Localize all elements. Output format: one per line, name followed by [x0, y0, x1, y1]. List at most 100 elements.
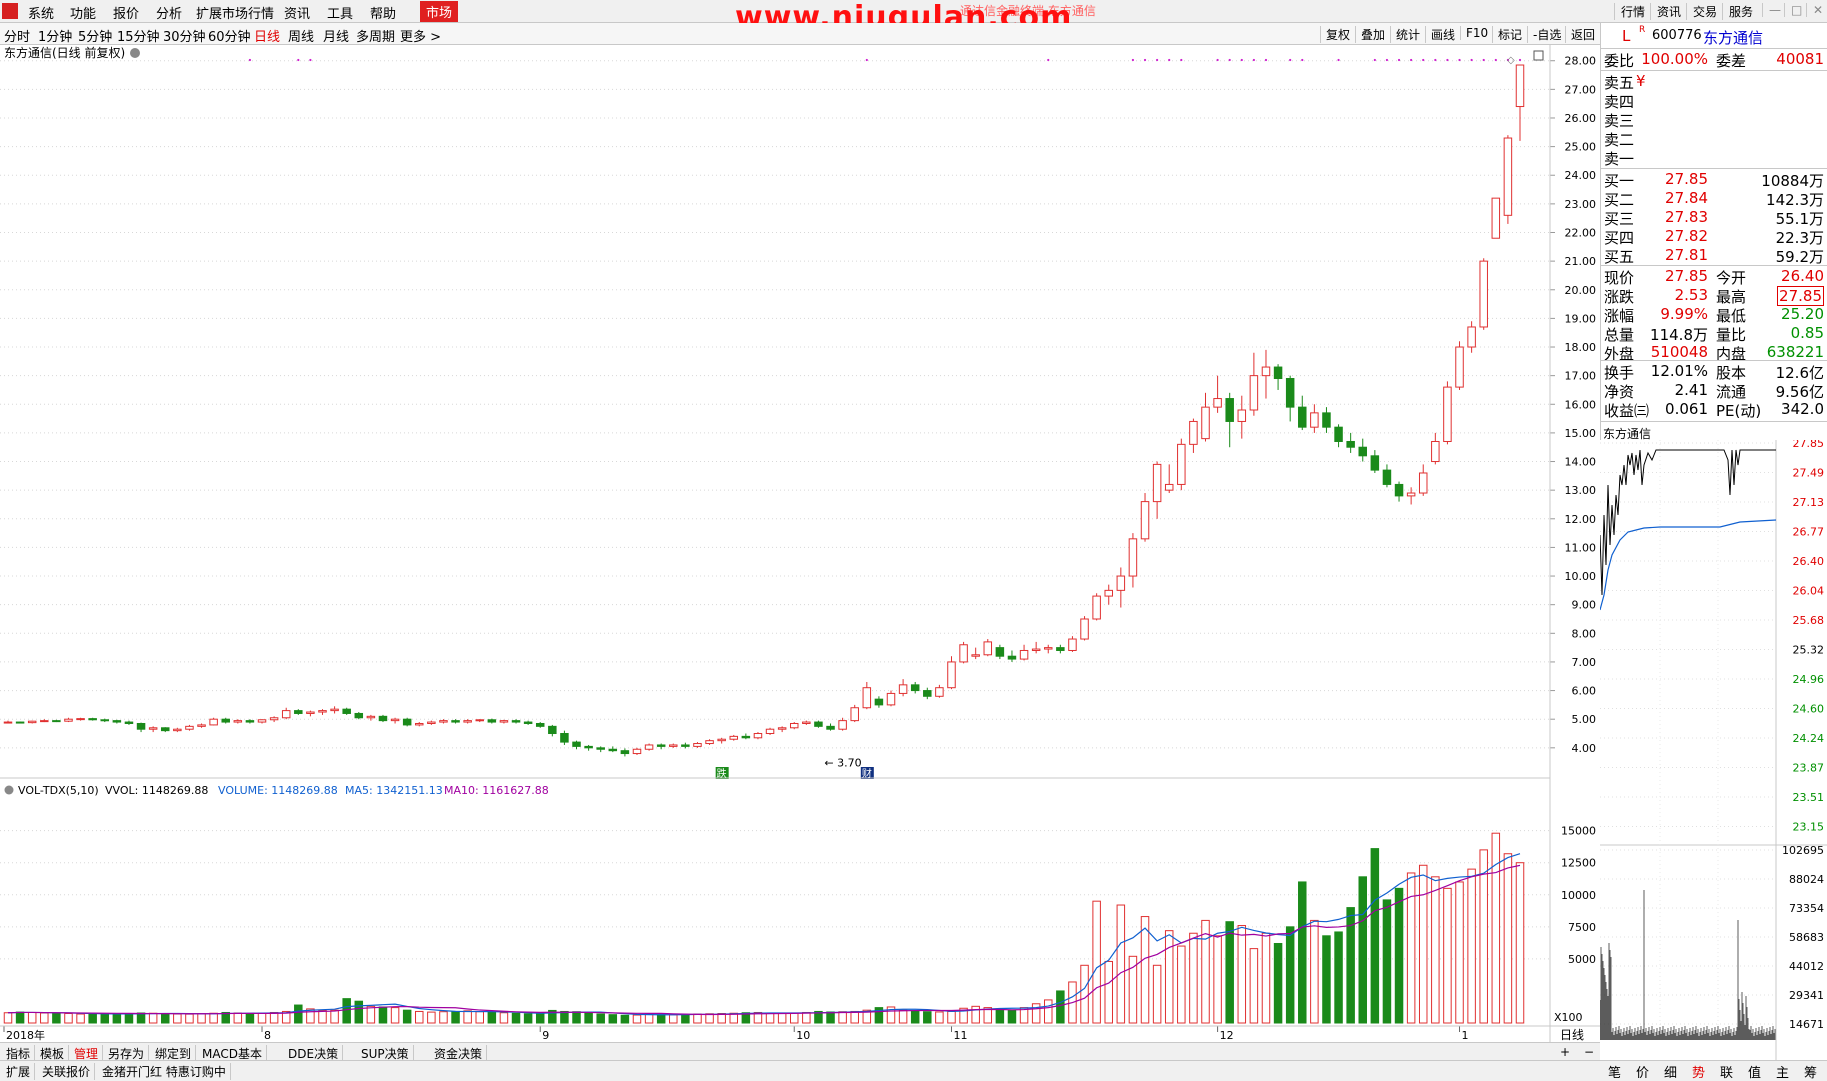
volume-bar: [185, 1013, 194, 1024]
button-adjust[interactable]: 复权: [1320, 26, 1355, 43]
volume-bar: [124, 1013, 134, 1024]
right-tab[interactable]: 主: [1776, 1062, 1789, 1081]
buy-row-4[interactable]: 买四 27.82 22.3万: [1602, 227, 1826, 247]
button-overlay[interactable]: 叠加: [1355, 26, 1390, 43]
period-tab-timeshare[interactable]: 分时: [4, 26, 30, 45]
fundamental-label: 股本: [1716, 364, 1747, 382]
right-tab[interactable]: 值: [1748, 1062, 1761, 1081]
button-draw[interactable]: 画线: [1425, 26, 1460, 43]
price-tick-label: 10.00: [1565, 570, 1597, 583]
top-button-service[interactable]: 服务: [1722, 3, 1759, 20]
buy-price: 27.82: [1665, 227, 1708, 245]
price-tick-label: 16.00: [1565, 398, 1597, 411]
sell-row-1[interactable]: 卖一: [1602, 148, 1826, 168]
menu-analysis[interactable]: 分析: [156, 3, 182, 22]
period-tab-more[interactable]: 更多 >: [400, 26, 441, 45]
volume-bar: [487, 1011, 497, 1024]
mini-price-tick: 23.51: [1793, 791, 1825, 804]
right-tab[interactable]: 联: [1720, 1062, 1733, 1081]
buy-price: 27.83: [1665, 208, 1708, 226]
period-tab-5min[interactable]: 5分钟: [78, 26, 112, 45]
volume-bar: [52, 1012, 61, 1024]
restore-icon[interactable]: □: [1784, 3, 1808, 17]
menu-market[interactable]: 市场: [420, 1, 459, 22]
menu-news[interactable]: 资讯: [284, 3, 310, 22]
sell-row-2[interactable]: 卖二: [1602, 129, 1826, 149]
period-tab-30min[interactable]: 30分钟: [163, 26, 206, 45]
vol-menu-icon[interactable]: [4, 785, 14, 795]
button-f10[interactable]: F10: [1460, 26, 1493, 40]
button-back[interactable]: 返回: [1565, 26, 1600, 43]
stat-value: 510048: [1650, 343, 1708, 361]
volume-bar: [342, 998, 351, 1024]
menu-quote[interactable]: 报价: [113, 3, 139, 22]
mini-vol-tick: 88024: [1789, 873, 1824, 886]
button-stats[interactable]: 统计: [1390, 26, 1425, 43]
period-tab-15min[interactable]: 15分钟: [117, 26, 160, 45]
kline-chart[interactable]: 4.00 5.00 6.00 7.00 8.00 9.00 10.00 11.00 12.00 1…: [0, 45, 1600, 1042]
period-tab-multi[interactable]: 多周期: [356, 26, 395, 45]
vol-title: VOL-TDX(5,10): [18, 784, 99, 797]
mini-price-tick: 25.68: [1793, 614, 1825, 627]
button-watchlist[interactable]: -自选: [1527, 26, 1566, 43]
period-tab-1min[interactable]: 1分钟: [38, 26, 72, 45]
price-tick-label: 5.00: [1572, 713, 1597, 726]
buy-row-5[interactable]: 买五 27.81 59.2万: [1602, 246, 1826, 266]
volume-bar: [1491, 832, 1501, 1024]
menu-help[interactable]: 帮助: [370, 3, 396, 22]
close-icon[interactable]: ✕: [1806, 3, 1827, 17]
stat-label: 今开: [1716, 269, 1747, 287]
top-button-trade[interactable]: 交易: [1686, 3, 1723, 20]
period-tab-60min[interactable]: 60分钟: [208, 26, 251, 45]
status-tab[interactable]: 金猪开门红 特惠订购中: [98, 1063, 231, 1080]
menu-function[interactable]: 功能: [70, 3, 96, 22]
right-tab[interactable]: 细: [1664, 1062, 1677, 1081]
buy-price: 27.81: [1665, 246, 1708, 264]
menu-system[interactable]: 系统: [28, 3, 54, 22]
volume-bar: [427, 1011, 436, 1024]
candle: [632, 747, 642, 755]
price-tick-label: 4.00: [1572, 742, 1597, 755]
right-tab[interactable]: 笔: [1608, 1062, 1621, 1081]
volume-bar: [40, 1012, 49, 1024]
stat-value: 2.53: [1674, 286, 1708, 304]
zoom-in-icon[interactable]: +: [1556, 1045, 1574, 1059]
status-tab[interactable]: 扩展: [2, 1063, 36, 1080]
stock-name[interactable]: 东方通信: [1703, 27, 1763, 48]
period-tab-weekly[interactable]: 周线: [288, 26, 314, 45]
right-tab[interactable]: 价: [1636, 1062, 1649, 1081]
volume-bar: [669, 1014, 678, 1024]
sell-label: 卖一: [1604, 150, 1635, 168]
volume-bar: [1213, 935, 1222, 1024]
volume-bar: [656, 1014, 666, 1024]
top-button-news[interactable]: 资讯: [1650, 3, 1687, 20]
right-tab[interactable]: 筹: [1804, 1062, 1817, 1081]
buy-price: 27.85: [1665, 170, 1708, 188]
sell-row-5[interactable]: 卖五 ¥: [1602, 72, 1826, 92]
volume-bar: [160, 1013, 170, 1024]
buy-row-1[interactable]: 买一 27.85 10884万: [1602, 170, 1826, 190]
status-tab[interactable]: 关联报价: [38, 1063, 96, 1080]
period-tab-daily[interactable]: 日线: [254, 26, 280, 45]
chart-diamond-icon[interactable]: ◇: [1507, 55, 1515, 66]
button-mark[interactable]: 标记: [1492, 26, 1527, 43]
sell-row-4[interactable]: 卖四: [1602, 91, 1826, 111]
mini-vol-tick: 14671: [1789, 1018, 1824, 1031]
buy-row-3[interactable]: 买三 27.83 55.1万: [1602, 208, 1826, 228]
intraday-mini-chart[interactable]: 27.85 27.49 27.13 26.77 26.40 26.04 25.68 25.32…: [1600, 440, 1827, 1060]
volume-bar: [777, 1012, 787, 1024]
volume-bar: [765, 1012, 775, 1024]
right-tab[interactable]: 势: [1692, 1062, 1705, 1081]
price-tick-label: 20.00: [1565, 284, 1597, 297]
menu-ext-market[interactable]: 扩展市场行情: [196, 3, 274, 22]
mini-vol-tick: 29341: [1789, 989, 1824, 1002]
top-button-quote[interactable]: 行情: [1614, 3, 1651, 20]
sell-label: 卖二: [1604, 131, 1635, 149]
chart-menu-icon[interactable]: [130, 48, 140, 58]
sell-row-3[interactable]: 卖三: [1602, 110, 1826, 130]
buy-row-2[interactable]: 买二 27.84 142.3万: [1602, 189, 1826, 209]
zoom-out-icon[interactable]: −: [1580, 1045, 1598, 1059]
volume-bar: [523, 1013, 533, 1024]
period-tab-monthly[interactable]: 月线: [323, 26, 349, 45]
menu-tools[interactable]: 工具: [327, 3, 353, 22]
